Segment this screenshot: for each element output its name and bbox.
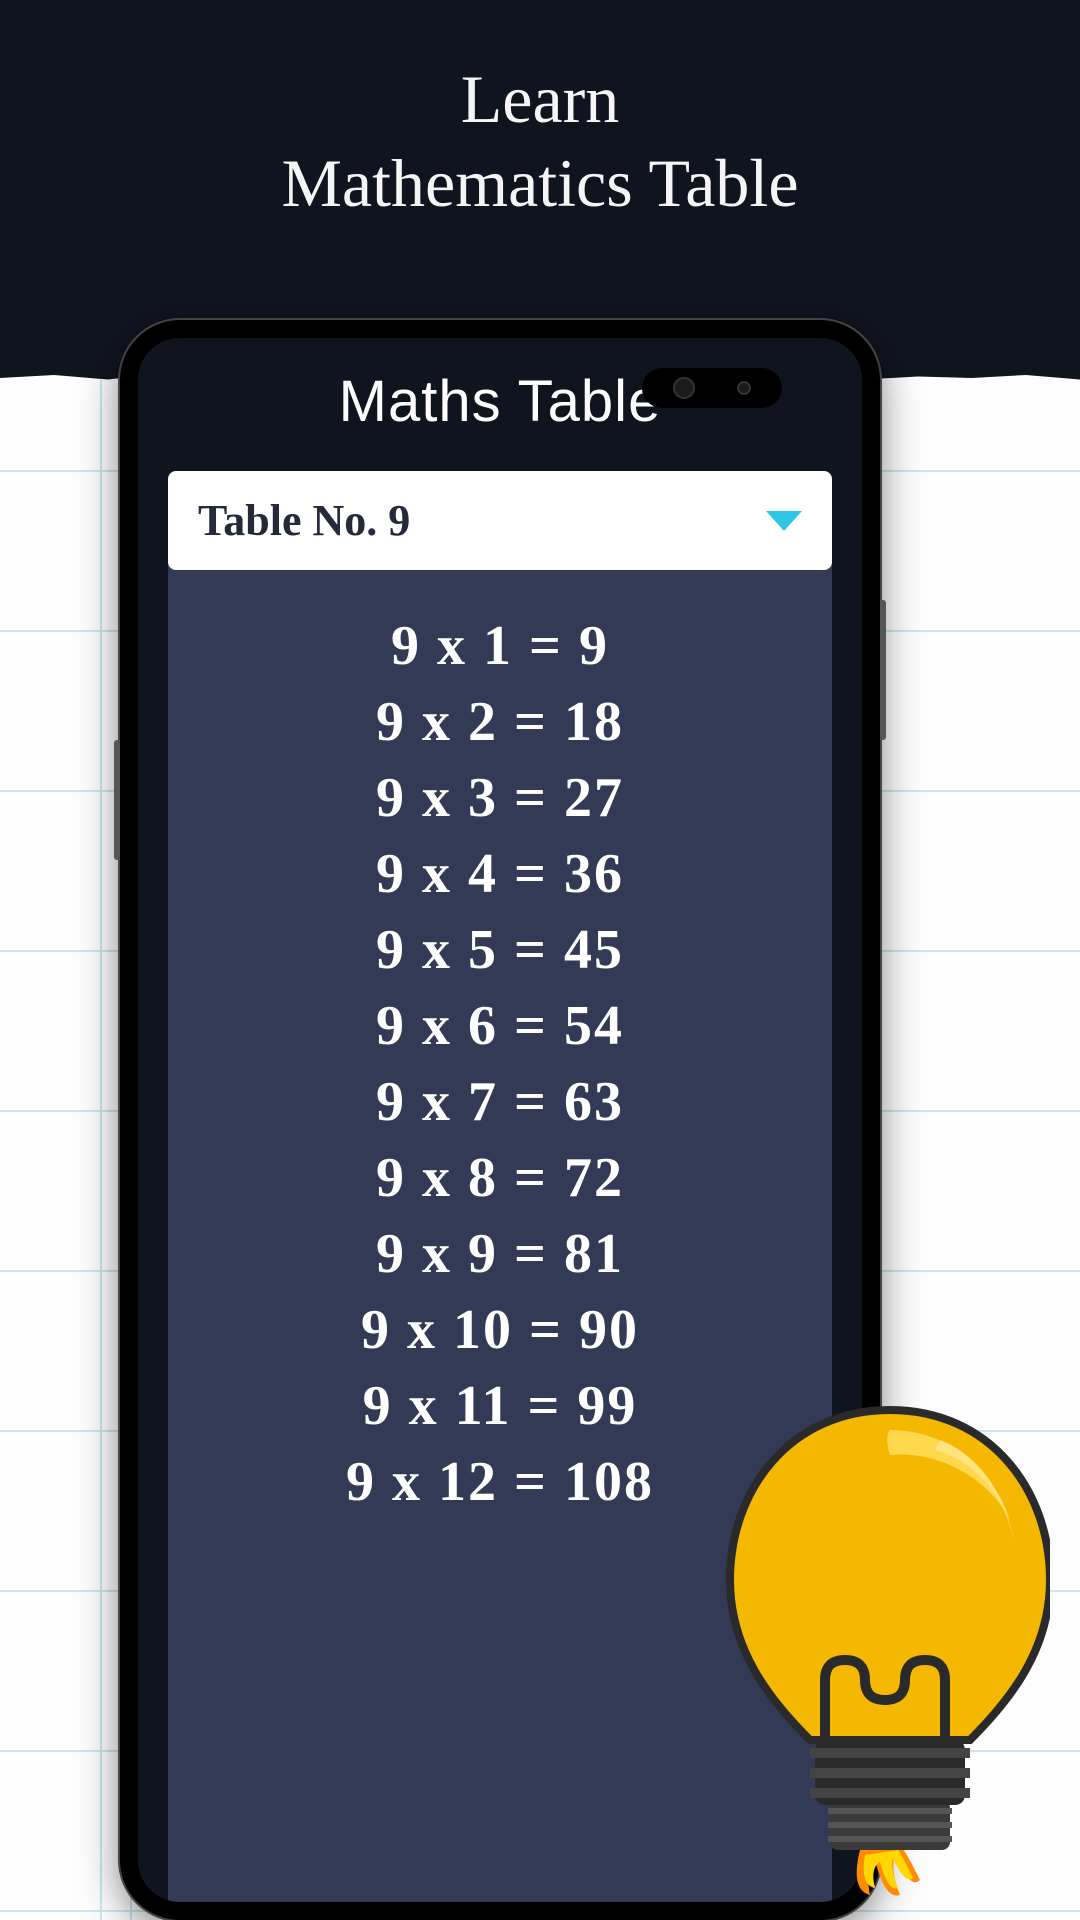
phone-power-button [880, 600, 886, 740]
table-selector-label: Table No. 9 [198, 495, 410, 546]
hero-line-1: Learn [0, 60, 1080, 139]
table-row: 9 x 4 = 36 [376, 842, 624, 906]
multiplication-table-list: 9 x 1 = 9 9 x 2 = 18 9 x 3 = 27 9 x 4 = … [168, 604, 832, 1514]
table-row: 9 x 12 = 108 [346, 1450, 654, 1514]
hero-heading: Learn Mathematics Table [0, 0, 1080, 263]
phone-volume-button [114, 740, 120, 860]
table-selector[interactable]: Table No. 9 [168, 471, 832, 570]
front-camera-icon [673, 377, 695, 399]
hero-line-2: Mathematics Table [0, 144, 1080, 223]
table-row: 9 x 5 = 45 [376, 918, 624, 982]
sensor-icon [737, 381, 751, 395]
table-row: 9 x 1 = 9 [391, 614, 609, 678]
table-row: 9 x 11 = 99 [363, 1374, 638, 1438]
table-row: 9 x 10 = 90 [361, 1298, 639, 1362]
camera-cutout [642, 368, 782, 408]
table-row: 9 x 3 = 27 [376, 766, 624, 830]
table-row: 9 x 9 = 81 [376, 1222, 624, 1286]
table-row: 9 x 2 = 18 [376, 690, 624, 754]
table-row: 9 x 8 = 72 [376, 1146, 624, 1210]
table-row: 9 x 7 = 63 [376, 1070, 624, 1134]
table-row: 9 x 6 = 54 [376, 994, 624, 1058]
chevron-down-icon [766, 511, 802, 531]
lightbulb-rocket-icon [710, 1400, 1050, 1900]
